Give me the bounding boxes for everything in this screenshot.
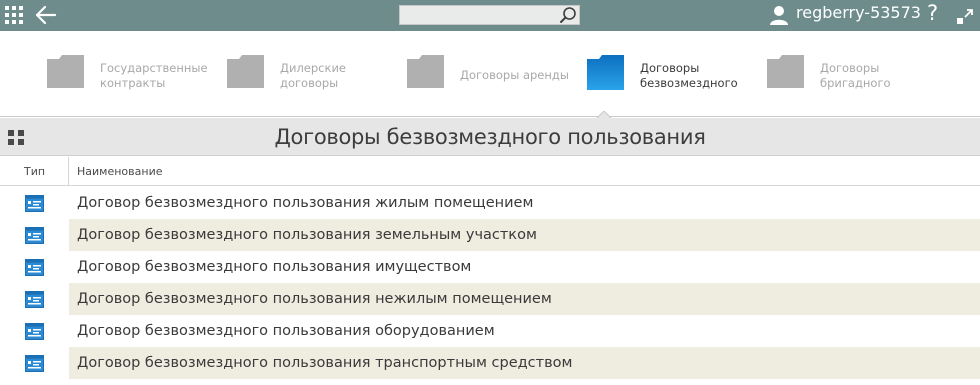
apps-grid-icon[interactable] <box>5 6 25 26</box>
back-arrow-icon[interactable] <box>35 5 57 25</box>
search-icon[interactable] <box>559 6 577 24</box>
document-icon <box>25 323 44 340</box>
table-row[interactable]: Договор безвозмездного пользования транс… <box>0 347 980 379</box>
top-bar: regberry-53573 ? <box>0 0 980 31</box>
active-folder-caret-icon <box>591 107 617 123</box>
folder-label-line2: бригадного <box>820 76 891 90</box>
row-name: Договор безвозмездного пользования обору… <box>77 323 495 339</box>
document-icon <box>25 259 44 276</box>
column-header-name[interactable]: Наименование <box>77 165 162 178</box>
section-header: Договоры безвозмездного пользования <box>0 118 980 156</box>
expand-icon[interactable] <box>956 8 974 26</box>
user-icon[interactable] <box>768 4 790 26</box>
row-name: Договор безвозмездного пользования имуще… <box>77 259 472 275</box>
folder-icon <box>767 55 804 88</box>
table-body: Договор безвозмездного пользования жилым… <box>0 187 980 379</box>
document-icon <box>25 291 44 308</box>
folder-icon <box>407 55 444 88</box>
folder-label-line2: безвозмездного <box>640 76 738 90</box>
search-input[interactable] <box>402 7 557 23</box>
table-header: Тип Наименование <box>0 157 980 186</box>
help-icon[interactable]: ? <box>927 1 938 25</box>
row-name: Договор безвозмездного пользования транс… <box>77 355 573 371</box>
folder-label: Дилерские <box>280 61 347 75</box>
username-label[interactable]: regberry-53573 <box>796 3 921 22</box>
table-row[interactable]: Договор безвозмездного пользования жилым… <box>0 187 980 219</box>
folder-icon <box>227 55 264 88</box>
folder-icon <box>47 55 84 88</box>
table-row[interactable]: Договор безвозмездного пользования земел… <box>0 219 980 251</box>
folder-navigation: Государственные контракты Дилерские догово… <box>0 31 980 123</box>
table-row[interactable]: Договор безвозмездного пользования обору… <box>0 315 980 347</box>
folder-label: Договоры <box>640 61 700 75</box>
search-field[interactable] <box>399 5 580 25</box>
row-name: Договор безвозмездного пользования земел… <box>77 227 537 243</box>
page-title: Договоры безвозмездного пользования <box>274 125 706 149</box>
folder-label: Договоры аренды <box>460 68 569 82</box>
folder-label: Государственные <box>100 61 208 75</box>
folder-label-line2: договоры <box>280 76 339 90</box>
table-row[interactable]: Договор безвозмездного пользования нежил… <box>0 283 980 315</box>
row-name: Договор безвозмездного пользования нежил… <box>77 291 552 307</box>
document-icon <box>25 195 44 212</box>
column-header-type[interactable]: Тип <box>0 157 69 186</box>
table-row[interactable]: Договор безвозмездного пользования имуще… <box>0 251 980 283</box>
row-name: Договор безвозмездного пользования жилым… <box>77 195 534 211</box>
folder-icon <box>587 55 624 90</box>
document-icon <box>25 355 44 372</box>
document-icon <box>25 227 44 244</box>
folder-label: Договоры <box>820 61 880 75</box>
folder-label-line2: контракты <box>100 76 166 90</box>
